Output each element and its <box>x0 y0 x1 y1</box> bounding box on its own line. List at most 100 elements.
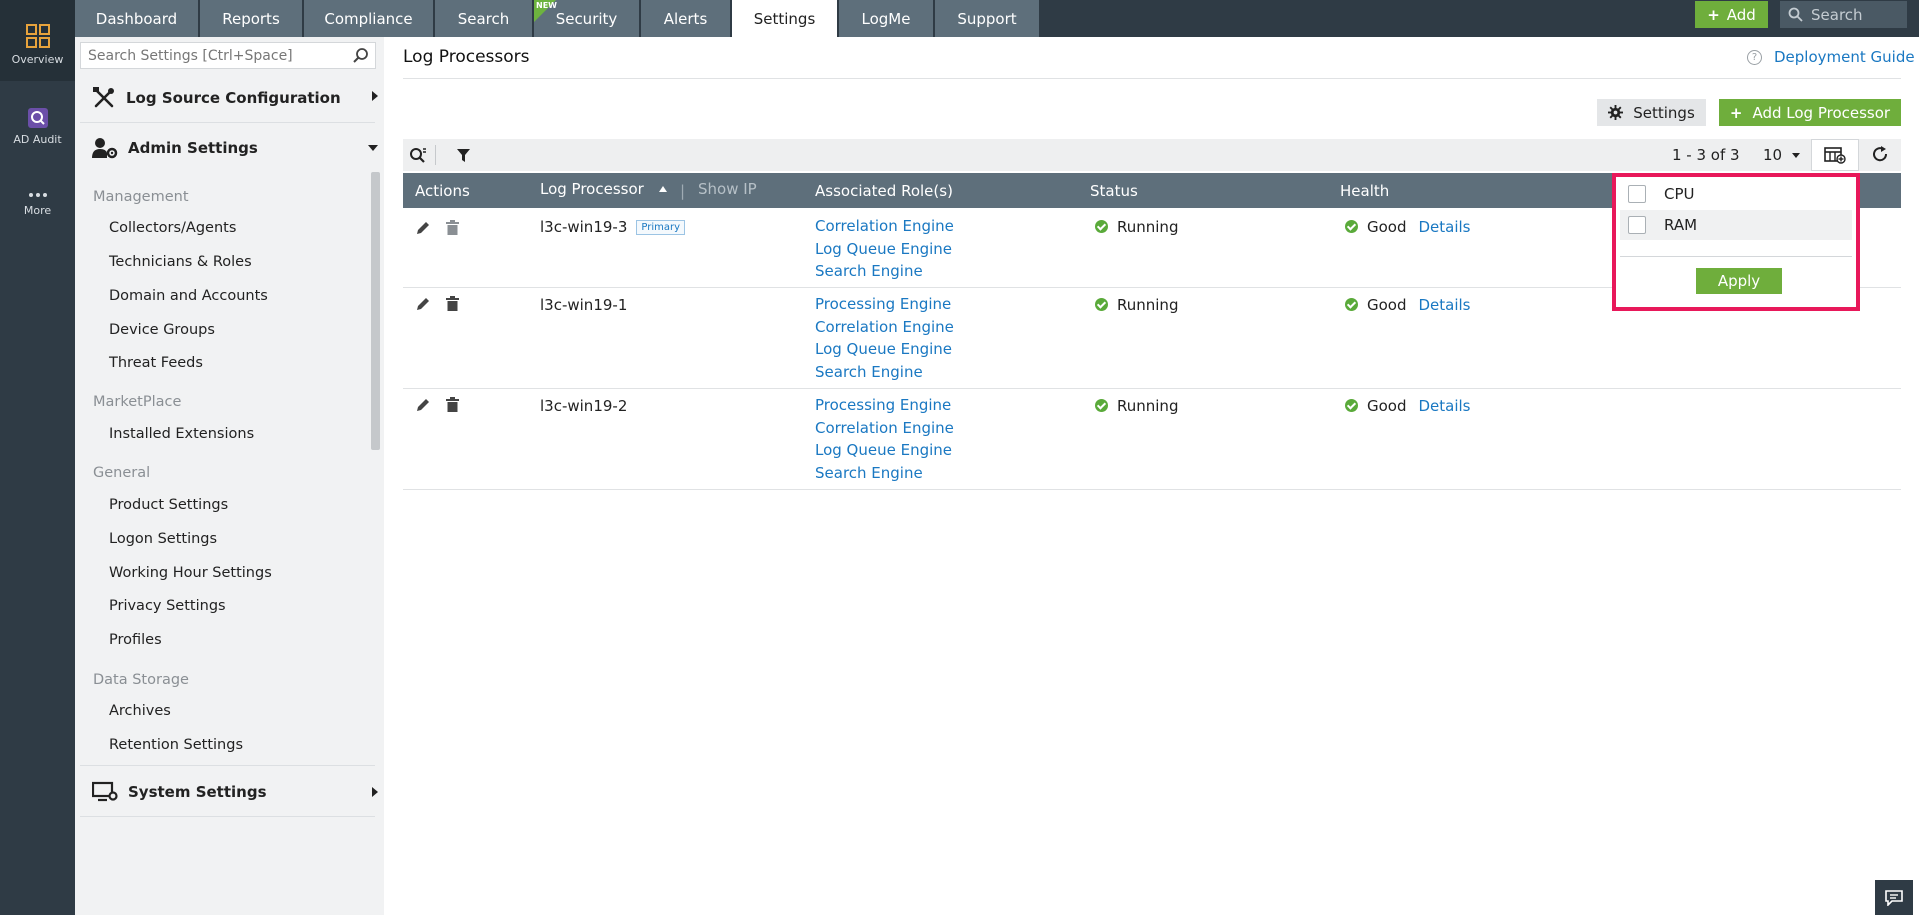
header-log-processor[interactable]: Log Processor <box>540 180 667 198</box>
sidebar-divider <box>80 122 375 123</box>
ram-checkbox[interactable] <box>1628 216 1646 234</box>
app-rail: Overview AD Audit More <box>0 0 75 915</box>
tab-compliance[interactable]: Compliance <box>304 0 434 37</box>
table-row: l3c-win19-2 Processing Engine Correlatio… <box>403 389 1901 490</box>
role-link[interactable]: Log Queue Engine <box>815 439 954 462</box>
rail-ad-audit[interactable]: AD Audit <box>0 107 75 146</box>
health-cell: Good Details <box>1345 218 1471 236</box>
filter-icon[interactable] <box>457 149 470 162</box>
tab-logme[interactable]: LogMe <box>839 0 934 37</box>
sidebar-item-threat-feeds[interactable]: Threat Feeds <box>109 355 203 371</box>
details-link[interactable]: Details <box>1419 218 1471 236</box>
check-circle-icon <box>1095 298 1108 311</box>
role-link[interactable]: Search Engine <box>815 462 954 485</box>
sidebar-item-device-groups[interactable]: Device Groups <box>109 322 215 338</box>
caret-right-icon <box>372 91 378 101</box>
tab-search[interactable]: Search <box>435 0 533 37</box>
role-link[interactable]: Processing Engine <box>815 293 954 316</box>
settings-button[interactable]: Settings <box>1597 99 1706 126</box>
chat-button[interactable] <box>1875 880 1913 915</box>
sidebar-item-collectors[interactable]: Collectors/Agents <box>109 220 236 236</box>
plus-icon: + <box>1707 5 1720 24</box>
role-link[interactable]: Correlation Engine <box>815 316 954 339</box>
pagination-range: 1 - 3 of 3 <box>1672 146 1740 164</box>
sidebar-item-working-hour[interactable]: Working Hour Settings <box>109 565 272 581</box>
edit-icon[interactable] <box>416 398 430 412</box>
rail-overview[interactable]: Overview <box>0 0 75 81</box>
column-chooser-button[interactable] <box>1811 139 1859 171</box>
tab-support[interactable]: Support <box>935 0 1040 37</box>
delete-icon[interactable] <box>446 220 459 235</box>
details-link[interactable]: Details <box>1419 296 1471 314</box>
sidebar-log-source-configuration[interactable]: Log Source Configuration <box>75 84 378 111</box>
rail-ad-audit-label: AD Audit <box>13 133 62 146</box>
add-log-processor-label: Add Log Processor <box>1752 103 1891 122</box>
popup-divider <box>1620 256 1852 257</box>
sidebar-admin-settings[interactable]: Admin Settings <box>75 134 378 161</box>
tab-dashboard[interactable]: Dashboard <box>75 0 199 37</box>
sidebar-item-domain[interactable]: Domain and Accounts <box>109 288 268 304</box>
details-link[interactable]: Details <box>1419 397 1471 415</box>
add-log-processor-button[interactable]: + Add Log Processor <box>1719 99 1901 126</box>
sidebar-item-archives[interactable]: Archives <box>109 703 171 719</box>
roles-list: Processing Engine Correlation Engine Log… <box>815 293 954 383</box>
deployment-guide-label: Deployment Guide <box>1774 48 1915 66</box>
primary-badge: Primary <box>636 220 686 235</box>
gear-icon <box>1608 105 1624 120</box>
edit-icon[interactable] <box>416 297 430 311</box>
column-search-icon[interactable] <box>409 147 427 164</box>
role-link[interactable]: Processing Engine <box>815 394 954 417</box>
rail-more-label: More <box>23 204 52 217</box>
sidebar-item-product-settings[interactable]: Product Settings <box>109 497 228 513</box>
apply-button[interactable]: Apply <box>1696 268 1782 294</box>
tab-alerts[interactable]: Alerts <box>641 0 731 37</box>
plus-icon: + <box>1729 103 1743 122</box>
sidebar-item-profiles[interactable]: Profiles <box>109 632 162 648</box>
header-roles: Associated Role(s) <box>815 182 953 200</box>
sidebar-item-retention[interactable]: Retention Settings <box>109 737 243 753</box>
column-option-ram[interactable]: RAM <box>1620 210 1852 240</box>
status-cell: Running <box>1095 218 1178 236</box>
sidebar-item-installed-extensions[interactable]: Installed Extensions <box>109 426 254 442</box>
header-health: Health <box>1340 182 1390 200</box>
role-link[interactable]: Correlation Engine <box>815 417 954 440</box>
title-divider <box>403 78 1901 79</box>
role-link[interactable]: Log Queue Engine <box>815 338 954 361</box>
top-search-input[interactable]: Search <box>1780 1 1907 28</box>
sidebar-item-privacy[interactable]: Privacy Settings <box>109 598 226 614</box>
top-add-button[interactable]: + Add <box>1695 1 1768 28</box>
search-icon[interactable] <box>352 47 369 64</box>
sidebar-item-technicians[interactable]: Technicians & Roles <box>109 254 252 270</box>
tab-security[interactable]: NEW Security <box>534 0 640 37</box>
sidebar-scrollbar[interactable] <box>371 172 380 450</box>
rows-per-page-select[interactable]: 10 <box>1763 146 1800 164</box>
role-link[interactable]: Search Engine <box>815 260 954 283</box>
role-link[interactable]: Log Queue Engine <box>815 238 954 261</box>
deployment-guide-link[interactable]: ? Deployment Guide <box>1747 48 1915 66</box>
role-link[interactable]: Search Engine <box>815 361 954 384</box>
cpu-checkbox[interactable] <box>1628 185 1646 203</box>
tab-security-label: Security <box>555 9 618 28</box>
new-flag-label: NEW <box>536 1 557 10</box>
sidebar-system-settings[interactable]: System Settings <box>75 778 378 805</box>
settings-search-input[interactable]: Search Settings [Ctrl+Space] <box>80 42 376 69</box>
rail-more[interactable]: More <box>0 190 75 217</box>
role-link[interactable]: Correlation Engine <box>815 215 954 238</box>
top-search-placeholder: Search <box>1811 5 1863 24</box>
log-source-label: Log Source Configuration <box>126 88 341 107</box>
status-text: Running <box>1117 218 1179 236</box>
sidebar-item-logon-settings[interactable]: Logon Settings <box>109 531 217 547</box>
delete-icon[interactable] <box>446 397 459 412</box>
header-actions: Actions <box>415 182 470 200</box>
settings-search-placeholder: Search Settings [Ctrl+Space] <box>88 47 293 64</box>
search-icon <box>1788 7 1803 22</box>
column-option-cpu[interactable]: CPU <box>1620 179 1852 209</box>
delete-icon[interactable] <box>446 296 459 311</box>
tab-settings[interactable]: Settings <box>732 0 838 37</box>
tab-reports[interactable]: Reports <box>200 0 303 37</box>
refresh-icon[interactable] <box>1872 146 1889 163</box>
top-add-label: Add <box>1726 5 1756 24</box>
health-text: Good <box>1367 397 1407 415</box>
edit-icon[interactable] <box>416 221 430 235</box>
show-ip-toggle[interactable]: Show IP <box>698 180 757 198</box>
